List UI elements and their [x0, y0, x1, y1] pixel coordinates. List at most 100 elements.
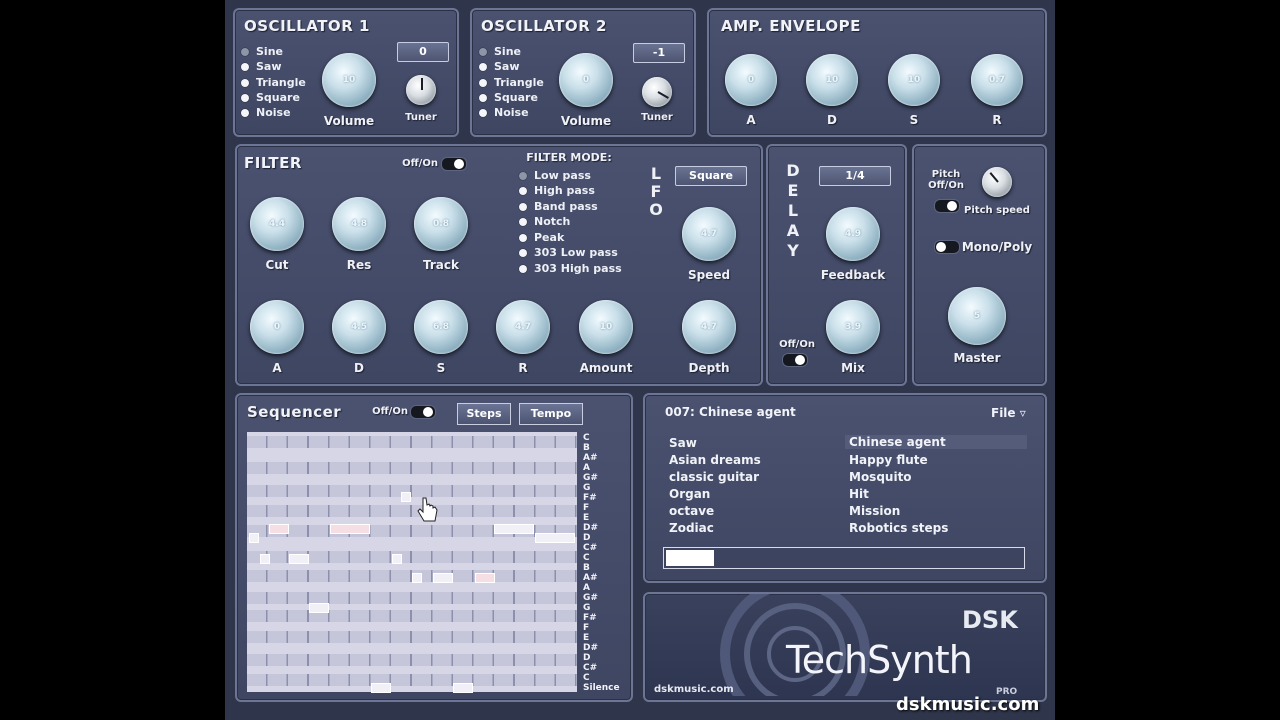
seq-step-note[interactable]	[249, 533, 259, 543]
amp-decay-knob[interactable]: 10	[806, 54, 858, 106]
lfo-waveform-display[interactable]: Square	[675, 166, 747, 186]
osc2-volume-knob[interactable]: 0	[559, 53, 613, 107]
osc2-wave-sine[interactable]: Sine	[479, 45, 521, 58]
seq-step-note[interactable]	[260, 554, 270, 564]
seq-step-note[interactable]	[289, 554, 309, 564]
seq-row[interactable]	[247, 631, 577, 643]
seq-row[interactable]	[247, 436, 577, 448]
amp-release-knob[interactable]: 0.7	[971, 54, 1023, 106]
amp-attack-knob[interactable]: 0	[725, 54, 777, 106]
delay-toggle[interactable]	[782, 353, 808, 367]
current-preset-name: 007: Chinese agent	[665, 405, 796, 419]
osc2-tuner-knob[interactable]	[642, 77, 672, 107]
master-volume-label: Master	[953, 351, 1001, 365]
seq-step-note[interactable]	[330, 524, 370, 534]
seq-row[interactable]	[247, 505, 577, 517]
preset-item[interactable]: Asian dreams	[669, 453, 761, 467]
osc1-wave-saw[interactable]: Saw	[241, 60, 282, 73]
pitch-speed-knob[interactable]	[982, 167, 1012, 197]
seq-step-note[interactable]	[392, 554, 402, 564]
osc1-volume-knob[interactable]: 10	[322, 53, 376, 107]
tempo-button[interactable]: Tempo	[519, 403, 583, 425]
seq-step-note[interactable]	[453, 683, 473, 693]
delay-feedback-knob[interactable]: 4.9	[826, 207, 880, 261]
preset-item[interactable]: Zodiac	[669, 521, 714, 535]
brand-site-small[interactable]: dskmusic.com	[654, 684, 734, 695]
brand-site-large[interactable]: dskmusic.com	[896, 694, 1039, 715]
filter-toggle[interactable]	[441, 157, 467, 171]
seq-row[interactable]	[247, 462, 577, 474]
seq-step-note[interactable]	[412, 573, 422, 583]
sequencer-toggle[interactable]	[410, 405, 436, 419]
osc2-wave-noise[interactable]: Noise	[479, 106, 529, 119]
file-menu[interactable]: File ▿	[991, 406, 1026, 420]
filter-mode-low-pass[interactable]: Low pass	[519, 169, 591, 182]
mouse-cursor-hand-icon	[417, 497, 438, 522]
preset-item[interactable]: Robotics steps	[849, 521, 948, 535]
seq-step-note[interactable]	[401, 492, 411, 502]
osc1-wave-triangle[interactable]: Triangle	[241, 76, 306, 89]
filter-env-decay-knob[interactable]: 4.5	[332, 300, 386, 354]
seq-row[interactable]	[247, 592, 577, 604]
osc1-octave-display[interactable]: 0	[397, 42, 449, 62]
pitch-toggle[interactable]	[934, 199, 960, 213]
preset-item[interactable]: classic guitar	[669, 470, 759, 484]
preset-item[interactable]: Hit	[849, 487, 869, 501]
seq-step-note[interactable]	[494, 524, 534, 534]
osc2-octave-display[interactable]: -1	[633, 43, 685, 63]
amp-envelope-title: AMP. ENVELOPE	[721, 17, 861, 35]
seq-step-note[interactable]	[309, 603, 329, 613]
osc2-wave-triangle[interactable]: Triangle	[479, 76, 544, 89]
mono-poly-toggle[interactable]	[934, 240, 960, 254]
preset-item[interactable]: octave	[669, 504, 714, 518]
filter-mode-notch[interactable]: Notch	[519, 215, 570, 228]
seq-step-note[interactable]	[269, 524, 289, 534]
seq-step-note[interactable]	[535, 533, 575, 543]
filter-env-attack-label: A	[272, 361, 282, 375]
filter-mode-band-pass[interactable]: Band pass	[519, 200, 598, 213]
osc2-tuner-label: Tuner	[641, 112, 673, 123]
amp-sustain-knob[interactable]: 10	[888, 54, 940, 106]
master-volume-knob[interactable]: 5	[948, 287, 1006, 345]
filter-mode-303-high-pass[interactable]: 303 High pass	[519, 262, 622, 275]
filter-mode-peak[interactable]: Peak	[519, 231, 564, 244]
seq-step-note[interactable]	[475, 573, 495, 583]
osc1-wave-noise[interactable]: Noise	[241, 106, 291, 119]
preset-item[interactable]: Mission	[849, 504, 900, 518]
steps-button[interactable]: Steps	[457, 403, 511, 425]
filter-env-attack-knob[interactable]: 0	[250, 300, 304, 354]
seq-row[interactable]	[247, 654, 577, 666]
seq-row[interactable]	[247, 674, 577, 686]
preset-scrollbar[interactable]	[663, 547, 1025, 569]
preset-item[interactable]: Organ	[669, 487, 710, 501]
preset-item-selected[interactable]: Chinese agent	[845, 435, 1027, 449]
sequencer-grid[interactable]	[247, 432, 577, 693]
seq-row[interactable]	[247, 610, 577, 622]
filter-res-knob[interactable]: 4.8	[332, 197, 386, 251]
osc2-wave-saw[interactable]: Saw	[479, 60, 520, 73]
filter-env-decay-label: D	[354, 361, 364, 375]
delay-time-display[interactable]: 1/4	[819, 166, 891, 186]
filter-env-amount-knob[interactable]: 10	[579, 300, 633, 354]
lfo-speed-knob[interactable]: 4.7	[682, 207, 736, 261]
brand-maker: DSK	[962, 606, 1018, 634]
filter-cut-knob[interactable]: 4.4	[250, 197, 304, 251]
osc1-wave-sine[interactable]: Sine	[241, 45, 283, 58]
seq-step-note[interactable]	[433, 573, 453, 583]
filter-mode-high-pass[interactable]: High pass	[519, 184, 595, 197]
filter-env-release-knob[interactable]: 4.7	[496, 300, 550, 354]
osc2-wave-square[interactable]: Square	[479, 91, 538, 104]
lfo-depth-knob[interactable]: 4.7	[682, 300, 736, 354]
preset-item[interactable]: Happy flute	[849, 453, 928, 467]
seq-row[interactable]	[247, 485, 577, 497]
preset-item[interactable]: Saw	[669, 436, 697, 450]
preset-scrollbar-thumb[interactable]	[666, 550, 714, 566]
filter-track-knob[interactable]: 0.8	[414, 197, 468, 251]
seq-step-note[interactable]	[371, 683, 391, 693]
filter-env-sustain-knob[interactable]: 6.8	[414, 300, 468, 354]
osc1-wave-square[interactable]: Square	[241, 91, 300, 104]
filter-mode-303-low-pass[interactable]: 303 Low pass	[519, 246, 618, 259]
delay-mix-knob[interactable]: 3.9	[826, 300, 880, 354]
preset-item[interactable]: Mosquito	[849, 470, 912, 484]
osc1-tuner-knob[interactable]	[406, 75, 436, 105]
